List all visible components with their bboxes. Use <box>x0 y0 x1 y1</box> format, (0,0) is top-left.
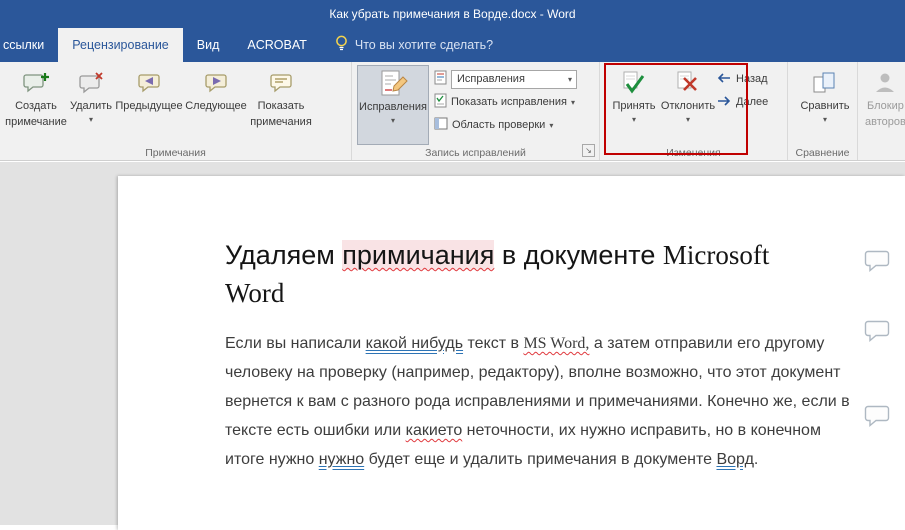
document-paragraph[interactable]: Если вы написали какой нибудь текст в MS… <box>225 329 853 474</box>
tracking-group-label: Запись исправлений <box>352 147 599 159</box>
next-comment-icon <box>204 69 229 97</box>
ribbon-tab-bar: ссылки Рецензирование Вид ACROBAT Что вы… <box>0 28 905 62</box>
ribbon-group-comments: Создать примечание Удалить ▾ Предыдущее … <box>0 62 352 160</box>
tracked-misspelled-word: примичания <box>342 240 494 270</box>
tab-references[interactable]: ссылки <box>0 28 58 62</box>
grammar-flagged-word: нужно <box>319 451 364 468</box>
delete-comment-button[interactable]: Удалить ▾ <box>67 65 115 145</box>
reviewing-pane-button[interactable]: Область проверки ▾ <box>434 114 577 136</box>
track-changes-button[interactable]: Исправления ▾ <box>357 65 429 145</box>
reviewing-pane-icon <box>434 116 448 134</box>
comment-icon[interactable] <box>864 250 890 272</box>
compare-group-label: Сравнение <box>788 147 857 159</box>
tell-me-box[interactable]: Что вы хотите сделать? <box>321 28 507 62</box>
compare-icon <box>812 69 838 97</box>
display-for-review-icon <box>434 70 447 88</box>
accept-icon <box>621 69 647 97</box>
show-markup-caret[interactable]: ▾ <box>571 99 575 106</box>
accept-button[interactable]: Принять ▾ <box>608 65 660 145</box>
compare-caret[interactable]: ▾ <box>823 116 827 123</box>
tracking-dialog-launcher-icon[interactable]: ↘ <box>582 144 595 157</box>
document-area: Удаляем примичания в документе Microsoft… <box>0 162 905 525</box>
show-markup-button[interactable]: Показать исправления ▾ <box>434 91 577 113</box>
reject-caret[interactable]: ▾ <box>686 116 690 123</box>
show-comments-icon <box>269 69 294 97</box>
ribbon-group-protect: Блокир авторов <box>858 62 905 160</box>
document-page[interactable]: Удаляем примичания в документе Microsoft… <box>118 176 905 530</box>
comments-group-label: Примечания <box>0 147 351 159</box>
track-changes-icon <box>378 70 409 98</box>
forward-icon <box>716 94 732 111</box>
block-authors-button[interactable]: Блокир авторов <box>863 65 905 145</box>
delete-comment-icon <box>79 69 104 97</box>
changes-nav-column: Назад Далее <box>716 65 768 113</box>
lightbulb-icon <box>335 35 348 55</box>
display-for-review-row: Исправления ▾ <box>434 68 577 90</box>
changes-group-label: Изменения <box>600 147 787 159</box>
comment-icon[interactable] <box>864 320 890 342</box>
show-comments-button[interactable]: Показать примечания <box>249 65 313 145</box>
ribbon-group-changes: Принять ▾ Отклонить ▾ Назад Далее <box>600 62 788 160</box>
new-comment-button[interactable]: Создать примечание <box>5 65 67 145</box>
track-changes-caret[interactable]: ▾ <box>391 117 395 124</box>
grammar-flagged-word: Ворд <box>716 451 753 468</box>
tab-review[interactable]: Рецензирование <box>58 28 183 62</box>
ribbon: Создать примечание Удалить ▾ Предыдущее … <box>0 62 905 161</box>
reject-button[interactable]: Отклонить ▾ <box>660 65 716 145</box>
compare-button[interactable]: Сравнить ▾ <box>796 65 854 145</box>
document-content: Удаляем примичания в документе Microsoft… <box>118 176 905 474</box>
document-heading[interactable]: Удаляем примичания в документе Microsoft… <box>225 236 823 312</box>
back-icon <box>716 71 732 88</box>
delete-dropdown-caret[interactable]: ▾ <box>89 116 93 123</box>
misspelled-word: какието <box>406 422 463 439</box>
misspelled-word: MS Word, <box>523 335 589 352</box>
tracking-options-column: Исправления ▾ Показать исправления ▾ Обл… <box>434 65 577 136</box>
ribbon-group-tracking: Исправления ▾ Исправления ▾ Показать исп… <box>352 62 600 160</box>
combobox-caret[interactable]: ▾ <box>568 76 572 83</box>
ribbon-group-compare: Сравнить ▾ Сравнение <box>788 62 858 160</box>
tab-view[interactable]: Вид <box>183 28 234 62</box>
new-comment-icon <box>23 69 50 97</box>
window-title: Как убрать примечания в Ворде.docx - Wor… <box>329 7 575 21</box>
show-markup-icon <box>434 93 447 111</box>
previous-comment-icon <box>137 69 162 97</box>
grammar-flagged-word: какой нибудь <box>366 335 463 352</box>
reject-icon <box>675 69 701 97</box>
previous-comment-button[interactable]: Предыдущее <box>115 65 183 145</box>
forward-button[interactable]: Далее <box>716 91 768 113</box>
display-for-review-combobox[interactable]: Исправления ▾ <box>451 70 577 89</box>
tab-acrobat[interactable]: ACROBAT <box>233 28 321 62</box>
title-bar: Как убрать примечания в Ворде.docx - Wor… <box>0 0 905 28</box>
reviewing-pane-caret[interactable]: ▾ <box>549 122 553 129</box>
comment-icon[interactable] <box>864 405 890 427</box>
block-authors-icon <box>872 69 898 97</box>
back-button[interactable]: Назад <box>716 68 768 90</box>
next-comment-button[interactable]: Следующее <box>183 65 249 145</box>
accept-caret[interactable]: ▾ <box>632 116 636 123</box>
